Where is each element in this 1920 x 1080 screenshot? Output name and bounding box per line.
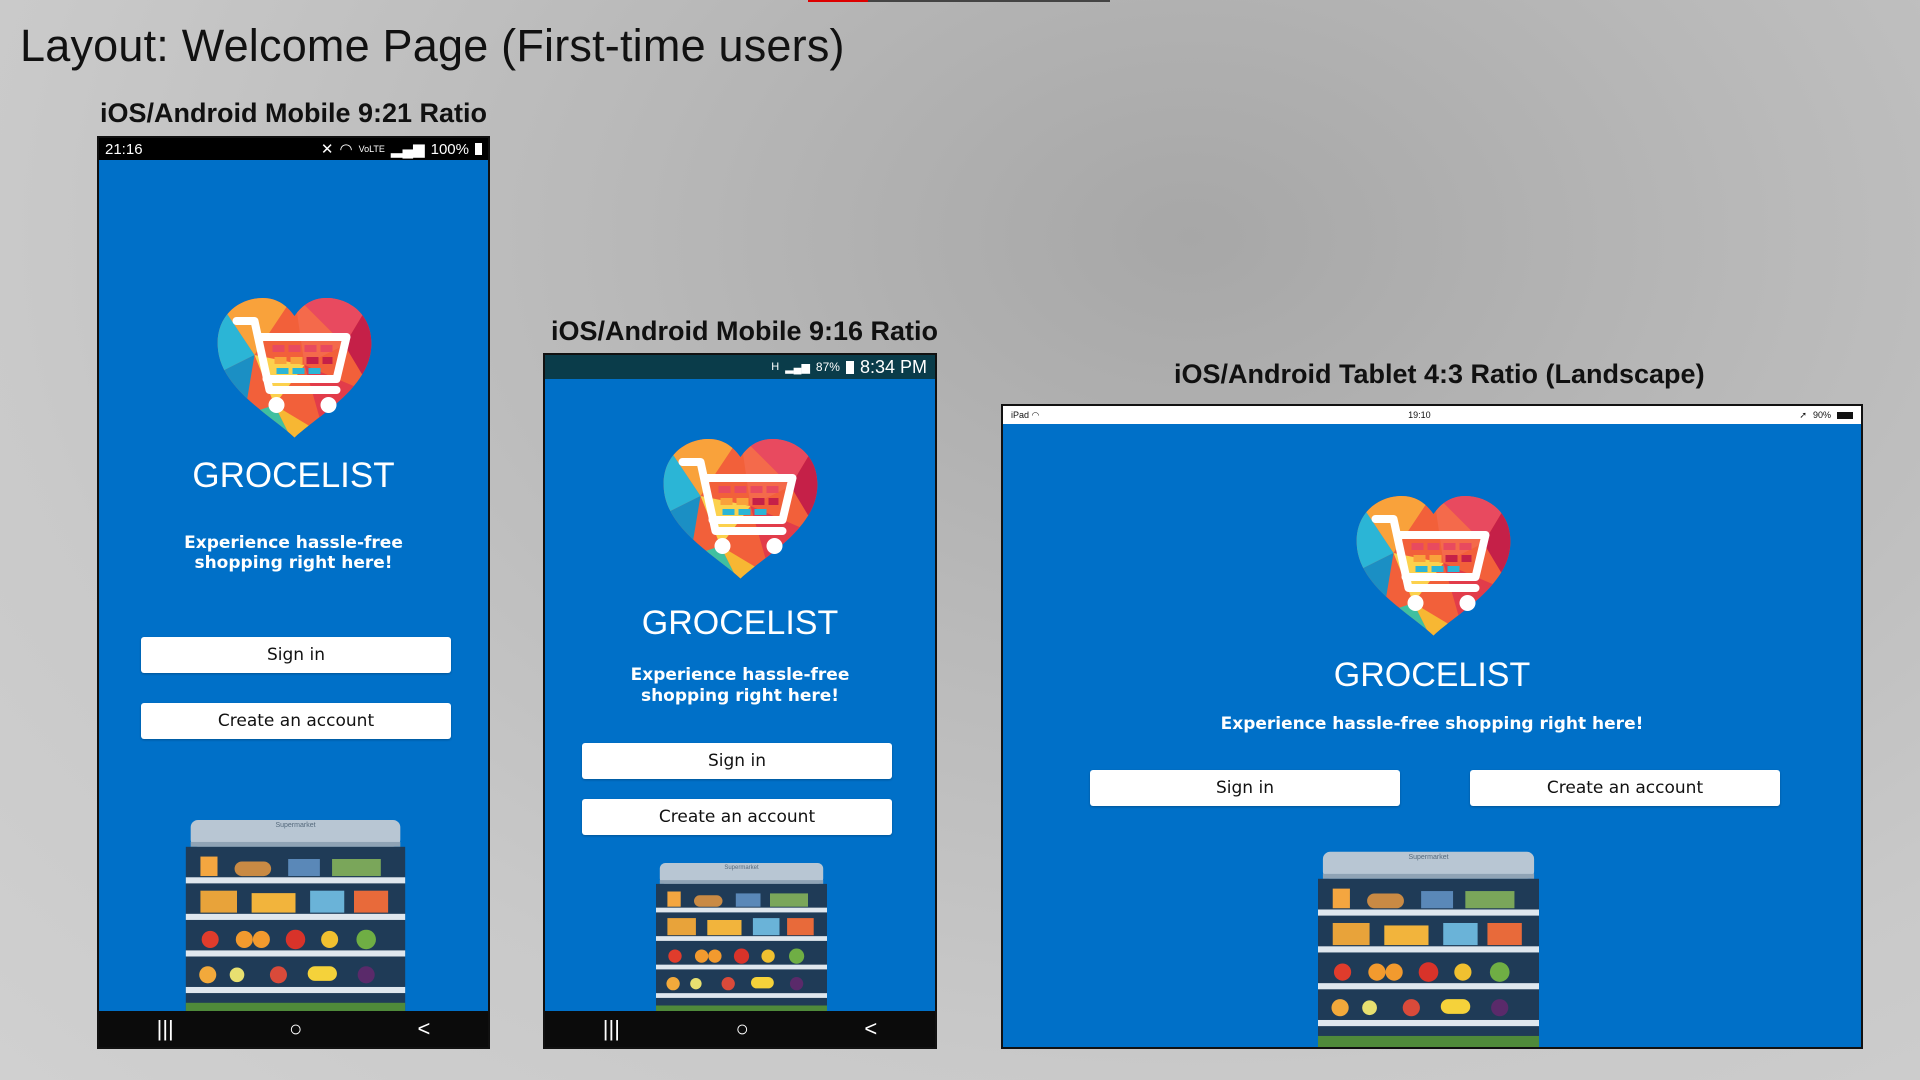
create-account-button[interactable]: Create an account (141, 703, 451, 739)
status-device: iPad ◠ (1011, 409, 1040, 420)
store-sign: Supermarket (724, 865, 759, 871)
back-icon[interactable]: < (418, 1016, 431, 1042)
label-tablet-4-3: iOS/Android Tablet 4:3 Ratio (Landscape) (1174, 359, 1705, 389)
tablet-4-3-frame: iPad ◠ 19:10 ➚ 90% GROCELIST Experience … (1001, 404, 1863, 1049)
app-name: GROCELIST (1333, 656, 1531, 694)
status-bar: 21:16 ✕ ◠ VoLTE ▂▄▆ 100% (99, 138, 488, 160)
battery-text: 87% (815, 360, 840, 374)
android-nav-bar: ||| ○ < (545, 1011, 935, 1047)
tagline-line-1: Experience hassle-free (184, 533, 403, 553)
label-mobile-9-21: iOS/Android Mobile 9:21 Ratio (100, 98, 488, 128)
app-name: GROCELIST (192, 456, 395, 495)
status-time: 21:16 (105, 140, 143, 158)
status-bar: iPad ◠ 19:10 ➚ 90% (1003, 406, 1861, 424)
signal-icon: ▂▄▆ (390, 141, 425, 158)
create-account-button[interactable]: Create an account (1470, 770, 1780, 806)
store-sign: Supermarket (275, 822, 316, 829)
battery-text: 100% (430, 140, 469, 158)
app-name: GROCELIST (641, 604, 839, 642)
android-nav-bar: ||| ○ < (99, 1011, 488, 1047)
sign-in-button[interactable]: Sign in (141, 637, 451, 673)
recents-icon[interactable]: ||| (603, 1016, 620, 1042)
label-mobile-9-16: iOS/Android Mobile 9:16 Ratio (551, 316, 939, 346)
supermarket-shelf-illustration (654, 863, 829, 1015)
status-time: 19:10 (1408, 410, 1431, 420)
status-time: 8:34 PM (859, 356, 927, 377)
battery-icon (845, 360, 854, 374)
supermarket-shelf-illustration (1318, 851, 1539, 1049)
create-account-button[interactable]: Create an account (582, 799, 892, 835)
home-icon[interactable]: ○ (289, 1016, 302, 1042)
grocelist-logo-icon (212, 295, 377, 445)
tagline-line-2: shopping right here! (640, 686, 840, 706)
home-icon[interactable]: ○ (736, 1016, 749, 1042)
wifi-icon: ◠ (339, 141, 353, 158)
phone-9-16-frame: H ▂▄▆ 87% 8:34 PM GROCELIST Experience h… (543, 353, 937, 1049)
supermarket-shelf-illustration (185, 820, 406, 1015)
status-bar: H ▂▄▆ 87% 8:34 PM (545, 355, 935, 379)
tagline: Experience hassle-free shopping right he… (1220, 714, 1644, 734)
battery-icon (1836, 411, 1853, 419)
mute-icon: ✕ (320, 141, 334, 158)
network-label: H (771, 361, 780, 373)
grocelist-logo-icon (1351, 493, 1516, 643)
recents-icon[interactable]: ||| (157, 1016, 174, 1042)
network-label: VoLTE (358, 144, 385, 154)
battery-icon (475, 143, 482, 155)
back-icon[interactable]: < (864, 1016, 877, 1042)
store-sign: Supermarket (1408, 854, 1449, 861)
wifi-icon: ◠ (1031, 409, 1040, 420)
sign-in-button[interactable]: Sign in (1090, 770, 1400, 806)
top-accent-line (808, 0, 1110, 2)
tagline-line-1: Experience hassle-free (630, 665, 850, 685)
grocelist-logo-icon (658, 436, 823, 586)
signal-icon: ▂▄▆ (785, 361, 810, 374)
slide-title: Layout: Welcome Page (First-time users) (20, 20, 845, 71)
battery-text: 90% (1812, 410, 1831, 420)
sign-in-button[interactable]: Sign in (582, 743, 892, 779)
location-icon: ➚ (1799, 409, 1807, 420)
tagline-line-2: shopping right here! (194, 553, 393, 573)
phone-9-21-frame: 21:16 ✕ ◠ VoLTE ▂▄▆ 100% GROCELIST Exper… (97, 136, 490, 1049)
